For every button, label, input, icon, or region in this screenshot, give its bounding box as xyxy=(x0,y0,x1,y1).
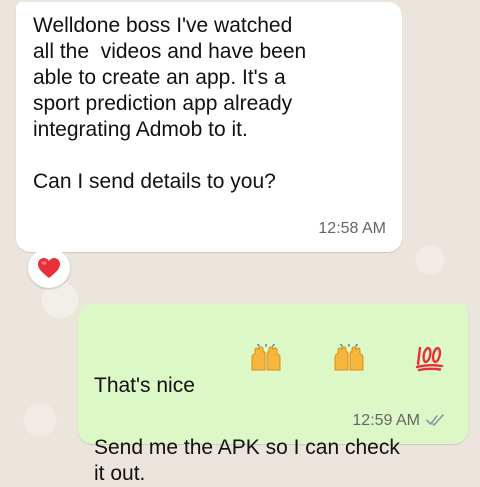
hundred-points-icon xyxy=(368,318,445,405)
incoming-message-bubble[interactable]: Welldone boss I've watched all the video… xyxy=(16,2,402,252)
message-text-line: sport prediction app already xyxy=(33,92,293,115)
timestamp-text: 12:59 AM xyxy=(352,412,420,429)
message-timestamp: 12:58 AM xyxy=(318,220,386,237)
message-text-line: it out. xyxy=(94,462,146,485)
outgoing-message-bubble[interactable]: That's nice Send me the APK so I can che… xyxy=(78,304,468,485)
message-text-line: able to create an app. It's a xyxy=(33,66,286,89)
raised-hands-icon xyxy=(203,318,284,405)
heart-icon xyxy=(38,258,60,278)
reaction-badge[interactable] xyxy=(28,248,70,288)
message-text-line: That's nice xyxy=(94,318,450,405)
message-text-line: Welldone boss I've watched xyxy=(33,14,293,37)
message-text: That's nice xyxy=(94,374,195,397)
message-text-line: integrating Admob to it. xyxy=(33,118,248,141)
raised-hands-icon xyxy=(285,318,366,405)
message-text-line: all the videos and have been xyxy=(33,40,307,63)
chat-background: Welldone boss I've watched all the video… xyxy=(0,0,480,485)
message-text-line: Can I send details to you? xyxy=(33,170,276,193)
read-double-check-icon xyxy=(426,410,446,436)
message-text-line: Send me the APK so I can check xyxy=(94,436,400,459)
message-timestamp: 12:59 AM xyxy=(352,408,446,436)
